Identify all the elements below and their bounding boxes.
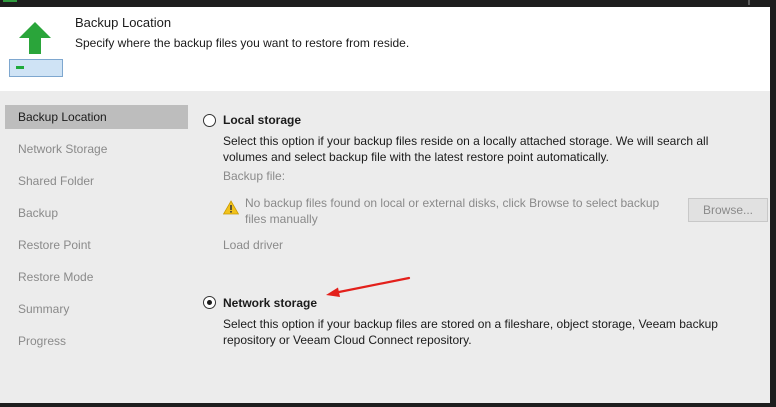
- window-right-border: [770, 0, 776, 407]
- window-scroll-mark: [748, 0, 750, 5]
- no-backup-warning-line1: No backup files found on local or extern…: [245, 196, 660, 210]
- restore-wizard-window: Backup Location Specify where the backup…: [0, 7, 770, 403]
- page-subtitle: Specify where the backup files you want …: [75, 36, 410, 50]
- red-arrow-annotation-icon: [326, 276, 411, 297]
- network-storage-description-line2: repository or Veeam Cloud Connect reposi…: [223, 333, 472, 347]
- green-up-arrow-icon: [19, 22, 51, 54]
- local-storage-label[interactable]: Local storage: [223, 113, 301, 127]
- radio-selected-dot: [207, 300, 212, 305]
- header-status-box: [9, 59, 63, 77]
- sidebar-item-restore-point[interactable]: Restore Point: [5, 233, 188, 257]
- header-status-bar: [16, 66, 24, 69]
- sidebar-item-network-storage[interactable]: Network Storage: [5, 137, 188, 161]
- sidebar-item-progress[interactable]: Progress: [5, 329, 188, 353]
- wizard-content: Local storage Select this option if your…: [191, 91, 770, 403]
- wizard-steps-sidebar: Backup Location Network Storage Shared F…: [0, 91, 191, 403]
- backup-file-label: Backup file:: [223, 169, 286, 183]
- page-title: Backup Location: [75, 15, 172, 30]
- warning-icon: [223, 200, 239, 215]
- sidebar-item-summary[interactable]: Summary: [5, 297, 188, 321]
- network-storage-radio[interactable]: [203, 296, 216, 309]
- local-storage-description-line1: Select this option if your backup files …: [223, 134, 709, 148]
- wizard-header: Backup Location Specify where the backup…: [0, 7, 770, 91]
- load-driver-link[interactable]: Load driver: [223, 237, 283, 253]
- window-corner-accent: [3, 0, 17, 2]
- sidebar-item-backup[interactable]: Backup: [5, 201, 188, 225]
- no-backup-warning-line2: files manually: [245, 212, 318, 226]
- sidebar-item-restore-mode[interactable]: Restore Mode: [5, 265, 188, 289]
- sidebar-item-backup-location[interactable]: Backup Location: [5, 105, 188, 129]
- network-storage-label[interactable]: Network storage: [223, 296, 317, 310]
- window-top-border: [0, 0, 776, 7]
- sidebar-item-shared-folder[interactable]: Shared Folder: [5, 169, 188, 193]
- network-storage-description-line1: Select this option if your backup files …: [223, 317, 718, 331]
- local-storage-radio[interactable]: [203, 114, 216, 127]
- browse-button[interactable]: Browse...: [688, 198, 768, 222]
- local-storage-description-line2: volumes and select backup file with the …: [223, 150, 609, 164]
